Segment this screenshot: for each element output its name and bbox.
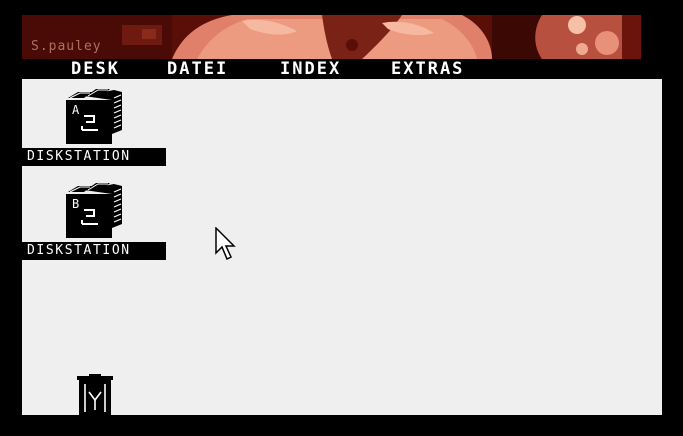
atari-desktop-screen: S.pauley DESK DATEI INDEX EXTRAS A DISKS… [0,0,683,436]
drive-letter: A [72,103,80,117]
banner-signature-text: S.pauley [31,39,102,54]
menu-index[interactable]: INDEX [280,59,341,79]
file-drawer-icon: B [66,183,122,238]
menu-datei[interactable]: DATEI [167,59,228,79]
drive-letter: B [72,197,79,211]
desktop-banner-picture: S.pauley [22,15,641,59]
drive-b-icon[interactable]: B DISKSTATION [22,173,166,260]
banner-image [22,15,641,59]
drive-b-label[interactable]: DISKSTATION [22,242,166,260]
drive-a-icon[interactable]: A DISKSTATION [22,79,166,166]
menu-desk[interactable]: DESK [71,59,120,79]
menu-bar: DESK DATEI INDEX EXTRAS [22,59,662,79]
drive-a-label[interactable]: DISKSTATION [22,148,166,166]
mouse-pointer-icon [215,227,236,261]
file-drawer-icon: A [66,89,122,144]
desktop-area[interactable]: A DISKSTATION B DISKSTATION [22,79,662,415]
menu-extras[interactable]: EXTRAS [391,59,464,79]
trash-can-icon[interactable] [75,374,115,415]
